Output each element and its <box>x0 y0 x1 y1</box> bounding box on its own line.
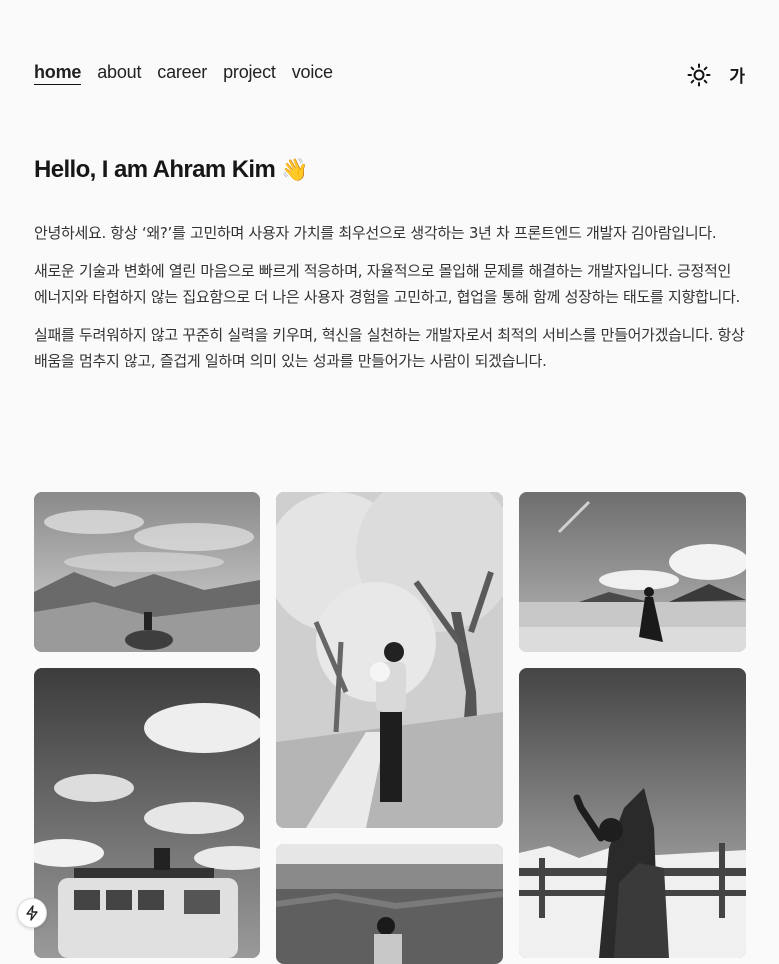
photo-monument-wave[interactable] <box>519 668 746 958</box>
intro-paragraph: 실패를 두려워하지 않고 꾸준히 실력을 키우며, 혁신을 실천하는 개발자로서… <box>34 326 745 370</box>
photo-cherry-blossom[interactable] <box>276 492 503 828</box>
intro-section: 안녕하세요. 항상 ‘왜?’를 고민하며 사용자 가치를 최우선으로 생각하는 … <box>34 220 746 386</box>
nav-home[interactable]: home <box>34 62 81 85</box>
nav-career[interactable]: career <box>157 62 207 84</box>
page-title: Hello, I am Ahram Kim 👋 <box>34 156 309 184</box>
language-toggle-button[interactable]: 가 <box>729 62 745 87</box>
nav-about[interactable]: about <box>97 62 141 84</box>
nav-voice[interactable]: voice <box>292 62 333 84</box>
nav-project[interactable]: project <box>223 62 276 84</box>
title-text: Hello, I am Ahram Kim <box>34 156 276 183</box>
intro-paragraph: 안녕하세요. 항상 ‘왜?’를 고민하며 사용자 가치를 최우선으로 생각하는 … <box>34 224 717 242</box>
photo-mountain-rocks[interactable] <box>34 492 260 652</box>
intro-paragraph: 새로운 기술과 변화에 열린 마음으로 빠르게 적응하며, 자율적으로 몰입해 … <box>34 262 740 306</box>
photo-van-sky[interactable] <box>34 668 260 958</box>
photo-canyon[interactable] <box>276 844 503 964</box>
theme-toggle-button[interactable] <box>687 63 711 87</box>
main-nav: home about career project voice <box>34 62 333 85</box>
waving-hand-icon: 👋 <box>281 157 309 183</box>
bolt-icon <box>26 905 38 921</box>
sun-icon <box>687 63 711 86</box>
photo-beach[interactable] <box>519 492 746 652</box>
header-tools: 가 <box>687 62 745 87</box>
floating-action-button[interactable] <box>17 898 47 928</box>
